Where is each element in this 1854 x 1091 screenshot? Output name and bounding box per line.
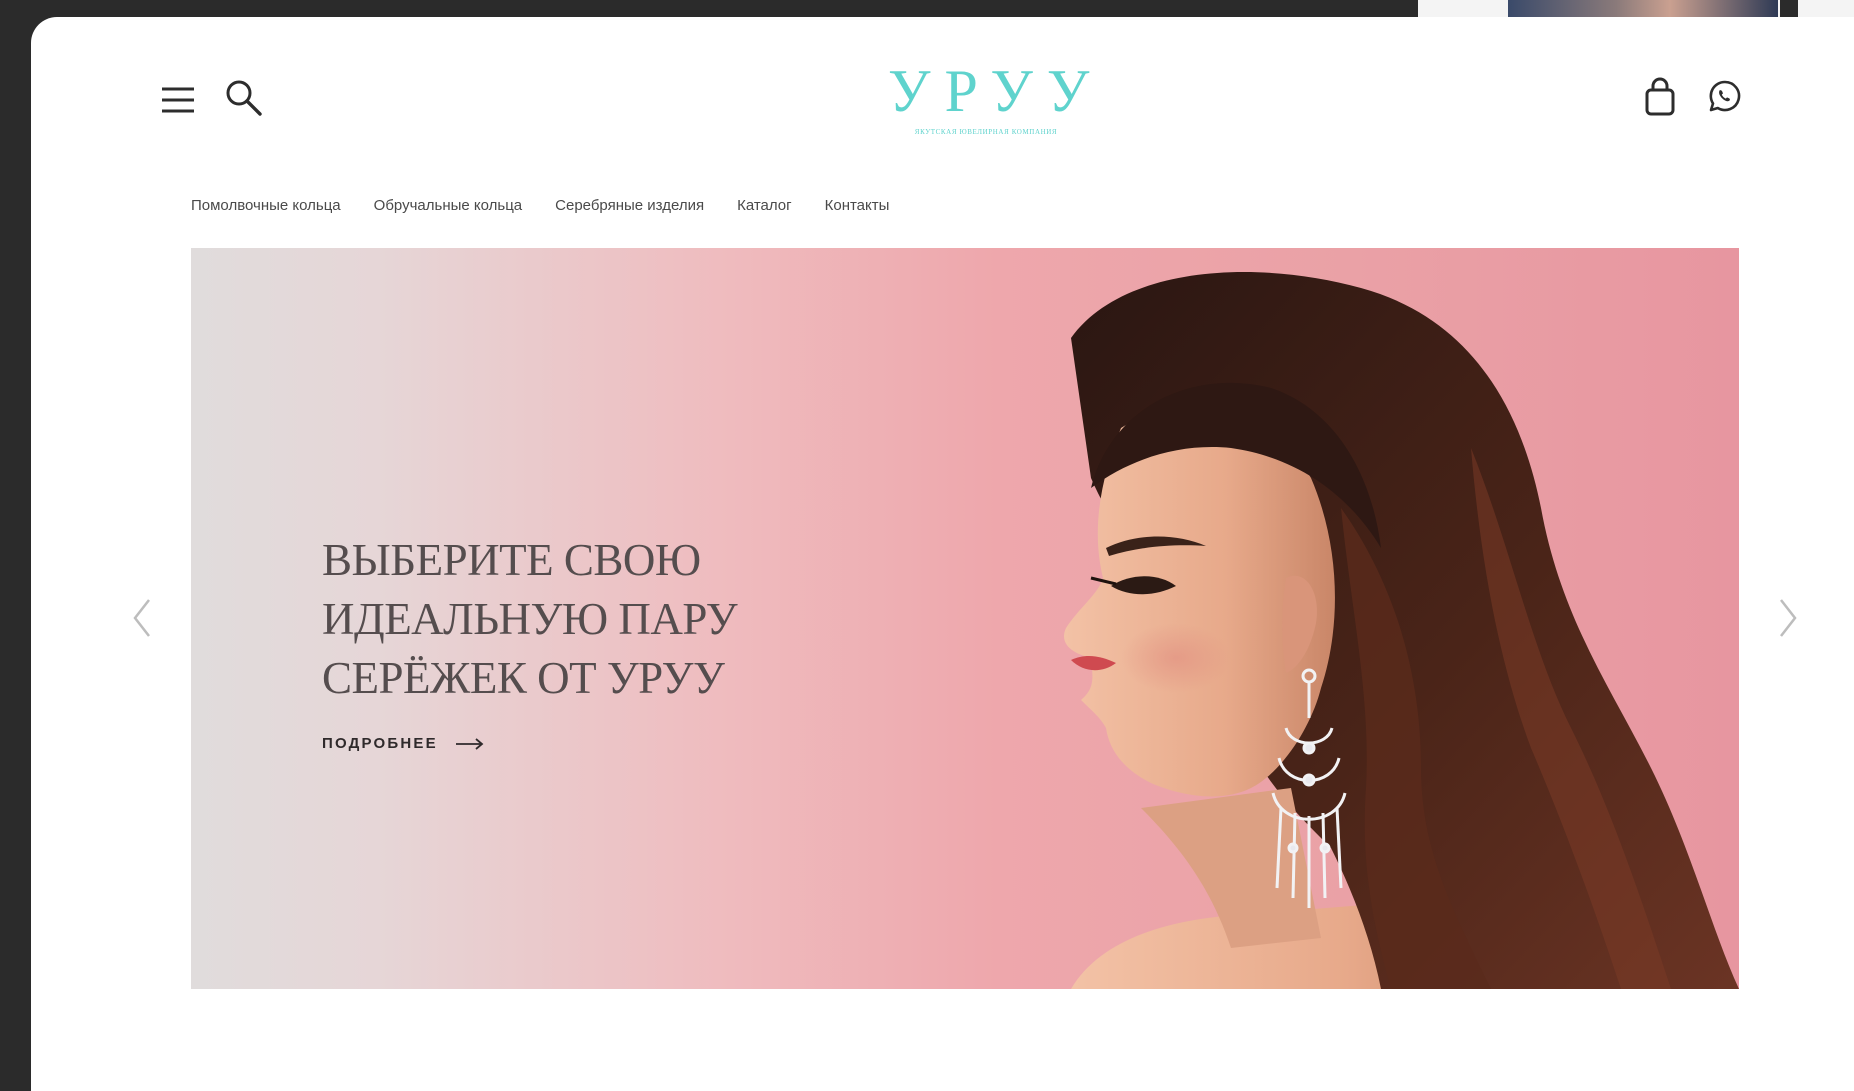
hero-banner: ВЫБЕРИТЕ СВОЮ ИДЕАЛЬНУЮ ПАРУ СЕРЁЖЕК ОТ … [191, 248, 1739, 989]
background-card-image [1508, 0, 1778, 17]
brand-name: УРУУ [888, 58, 1104, 124]
hero-more-label: ПОДРОБНЕЕ [322, 735, 438, 752]
arrow-right-icon [455, 737, 484, 750]
hamburger-menu-icon[interactable] [160, 84, 196, 116]
nav-item-engagement-rings[interactable]: Помолвочные кольца [191, 194, 341, 218]
nav-item-silver-jewelry[interactable]: Серебряные изделия [555, 194, 704, 218]
hero-more-link[interactable]: ПОДРОБНЕЕ [322, 735, 484, 752]
website-preview-card: УРУУ ЯКУТСКАЯ ЮВЕЛИРНАЯ КОМПАНИЯ Помолво… [31, 17, 1854, 1091]
shopping-bag-icon[interactable] [1643, 77, 1677, 117]
whatsapp-icon[interactable] [1708, 79, 1742, 113]
chevron-right-icon[interactable] [1777, 598, 1799, 643]
background-card-peek [1418, 0, 1854, 17]
brand-tagline: ЯКУТСКАЯ ЮВЕЛИРНАЯ КОМПАНИЯ [914, 128, 1058, 136]
brand-logo[interactable]: УРУУ ЯКУТСКАЯ ЮВЕЛИРНАЯ КОМПАНИЯ [874, 61, 1098, 151]
chevron-left-icon[interactable] [131, 598, 153, 643]
hero-title: ВЫБЕРИТЕ СВОЮ ИДЕАЛЬНУЮ ПАРУ СЕРЁЖЕК ОТ … [322, 535, 738, 703]
main-nav: Помолвочные кольца Обручальные кольца Се… [191, 194, 889, 218]
nav-item-wedding-rings[interactable]: Обручальные кольца [374, 194, 522, 218]
search-icon[interactable] [224, 78, 264, 118]
nav-item-contacts[interactable]: Контакты [825, 194, 890, 218]
nav-item-catalog[interactable]: Каталог [737, 194, 792, 218]
